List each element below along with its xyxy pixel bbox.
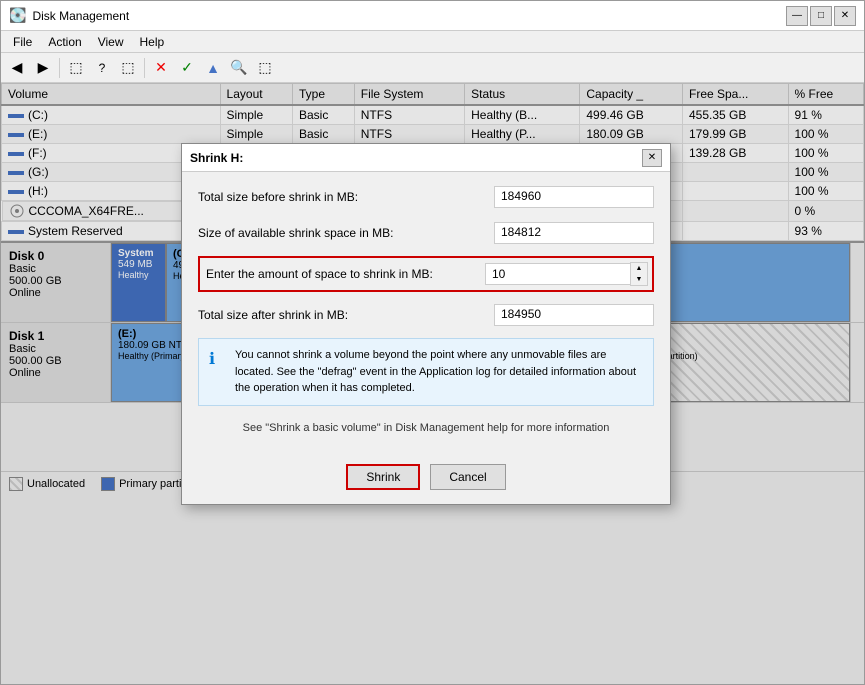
shrink-amount-input[interactable]	[485, 263, 630, 285]
properties-button[interactable]: ⬚	[64, 56, 88, 80]
help-button[interactable]: ?	[90, 56, 114, 80]
available-label: Size of available shrink space in MB:	[198, 226, 494, 240]
window-controls: — □ ✕	[786, 6, 856, 26]
spinner-down-button[interactable]: ▼	[631, 274, 647, 285]
forward-button[interactable]: ▶	[31, 56, 55, 80]
new-button[interactable]: ✕	[149, 56, 173, 80]
enter-amount-row: Enter the amount of space to shrink in M…	[198, 256, 654, 292]
menu-help[interactable]: Help	[132, 33, 173, 51]
toolbar-separator-1	[59, 58, 60, 78]
after-size-label: Total size after shrink in MB:	[198, 308, 494, 322]
spinner-container: ▲ ▼	[485, 262, 648, 286]
close-button[interactable]: ✕	[834, 6, 856, 26]
menu-file[interactable]: File	[5, 33, 40, 51]
menu-action[interactable]: Action	[40, 33, 89, 51]
after-size-value: 184950	[494, 304, 654, 326]
title-bar-left: 💽 Disk Management	[9, 7, 129, 24]
info-box: ℹ You cannot shrink a volume beyond the …	[198, 338, 654, 406]
check-button[interactable]: ✓	[175, 56, 199, 80]
enter-amount-label: Enter the amount of space to shrink in M…	[204, 267, 485, 281]
help-text: See "Shrink a basic volume" in Disk Mana…	[198, 416, 654, 444]
menu-view[interactable]: View	[90, 33, 132, 51]
search-button[interactable]: 🔍	[227, 56, 251, 80]
cancel-button[interactable]: Cancel	[430, 464, 505, 490]
main-window: 💽 Disk Management — □ ✕ File Action View…	[0, 0, 865, 685]
modal-close-button[interactable]: ✕	[642, 149, 662, 167]
minimize-button[interactable]: —	[786, 6, 808, 26]
app-icon: 💽	[9, 7, 26, 24]
window-title: Disk Management	[32, 9, 129, 23]
up-button[interactable]: ▲	[201, 56, 225, 80]
main-content: Volume Layout Type File System Status Ca…	[1, 83, 864, 684]
spinner-buttons: ▲ ▼	[630, 262, 648, 286]
info-icon: ℹ	[209, 348, 227, 397]
toolbar: ◀ ▶ ⬚ ? ⬚ ✕ ✓ ▲ 🔍 ⬚	[1, 53, 864, 83]
menu-bar: File Action View Help	[1, 31, 864, 53]
total-size-value: 184960	[494, 186, 654, 208]
shrink-dialog: Shrink H: ✕ Total size before shrink in …	[181, 143, 671, 505]
modal-body: Total size before shrink in MB: 184960 S…	[182, 172, 670, 456]
info-text: You cannot shrink a volume beyond the po…	[235, 347, 643, 397]
extra-button[interactable]: ⬚	[253, 56, 277, 80]
modal-footer: Shrink Cancel	[182, 456, 670, 504]
total-size-row: Total size before shrink in MB: 184960	[198, 184, 654, 210]
back-button[interactable]: ◀	[5, 56, 29, 80]
title-bar: 💽 Disk Management — □ ✕	[1, 1, 864, 31]
after-size-row: Total size after shrink in MB: 184950	[198, 302, 654, 328]
total-size-label: Total size before shrink in MB:	[198, 190, 494, 204]
available-value: 184812	[494, 222, 654, 244]
toolbar-separator-2	[144, 58, 145, 78]
maximize-button[interactable]: □	[810, 6, 832, 26]
modal-title: Shrink H:	[190, 151, 243, 165]
spinner-up-button[interactable]: ▲	[631, 263, 647, 274]
shrink-button[interactable]: Shrink	[346, 464, 420, 490]
modal-overlay: Shrink H: ✕ Total size before shrink in …	[1, 83, 864, 684]
available-row: Size of available shrink space in MB: 18…	[198, 220, 654, 246]
view-button[interactable]: ⬚	[116, 56, 140, 80]
modal-title-bar: Shrink H: ✕	[182, 144, 670, 172]
